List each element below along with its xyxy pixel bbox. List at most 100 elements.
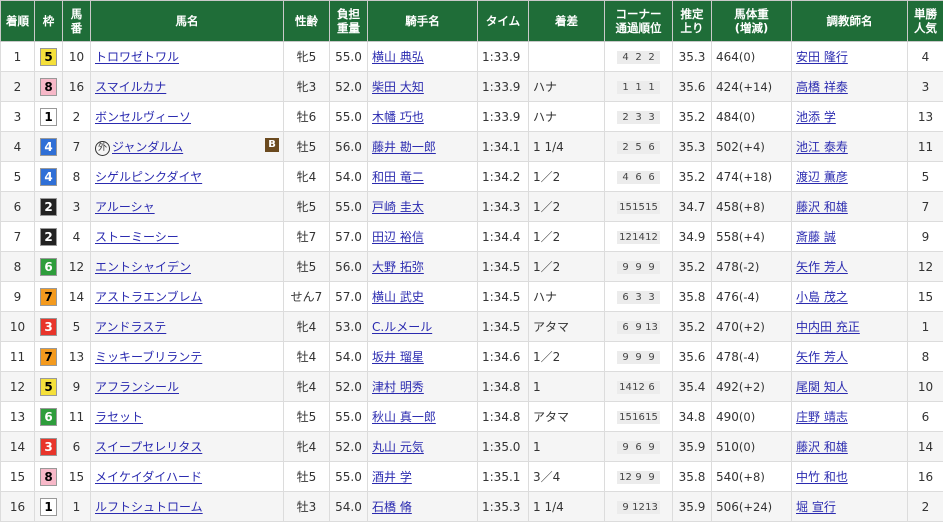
trainer-link[interactable]: 中内田 充正 — [796, 320, 860, 334]
time-value: 1:33.9 — [482, 79, 521, 94]
jockey-link[interactable]: 坂井 瑠星 — [372, 350, 424, 364]
horse-name-link[interactable]: ミッキーブリランテ — [95, 350, 202, 364]
last3f-cell: 35.3 — [672, 41, 712, 72]
horse-cell: アストラエンブレム — [90, 281, 284, 312]
popularity-value: 11 — [917, 139, 934, 154]
umaban-cell: 1 — [62, 491, 91, 522]
rank-cell: 9 — [0, 281, 35, 312]
trainer-link[interactable]: 池江 泰寿 — [796, 140, 848, 154]
table-row: 16 1 1 ルフトシュトローム 牡3 54.0 石橋 脩 1:35.3 1 1… — [0, 491, 943, 522]
horse-name-link[interactable]: ボンセルヴィーソ — [95, 110, 191, 124]
horse-name-link[interactable]: スイープセレリタス — [95, 440, 202, 454]
header-umaban: 馬番 — [62, 0, 91, 42]
horse-name-link[interactable]: アストラエンブレム — [95, 290, 202, 304]
table-body: 1 5 10 トロワゼトワル 牝5 55.0 横山 典弘 1:33.9 422 … — [0, 41, 943, 522]
trainer-link[interactable]: 中竹 和也 — [796, 470, 848, 484]
popularity-value: 14 — [917, 439, 934, 454]
waku-badge: 8 — [40, 467, 57, 486]
rank-value: 13 — [9, 409, 26, 424]
header-horse-name: 馬名 — [90, 0, 284, 42]
jockey-link[interactable]: C.ルメール — [372, 320, 432, 334]
corner-cell: 9 1213 — [604, 491, 673, 522]
waku-cell: 6 — [34, 251, 63, 282]
sex-age-value: 牡5 — [296, 470, 317, 484]
margin-cell: アタマ — [528, 311, 605, 342]
corner-3: 9 — [648, 352, 655, 363]
horse-name-link[interactable]: ラセット — [95, 410, 143, 424]
corner-2: 3 — [635, 292, 642, 303]
corner-positions: 633 — [617, 291, 660, 304]
trainer-link[interactable]: 堀 宣行 — [796, 500, 836, 514]
trainer-link[interactable]: 矢作 芳人 — [796, 260, 848, 274]
horse-name-link[interactable]: シゲルピンクダイヤ — [95, 170, 202, 184]
corner-3: 12 — [645, 232, 658, 243]
jockey-link[interactable]: 藤井 勘一郎 — [372, 140, 436, 154]
horse-name-link[interactable]: ストーミーシー — [95, 230, 179, 244]
jockey-link[interactable]: 和田 竜二 — [372, 170, 424, 184]
body-weight-cell: 484(0) — [711, 101, 792, 132]
trainer-link[interactable]: 渡辺 薫彦 — [796, 170, 848, 184]
trainer-link[interactable]: 池添 学 — [796, 110, 836, 124]
jockey-link[interactable]: 秋山 真一郎 — [372, 410, 436, 424]
trainer-link[interactable]: 高橋 祥泰 — [796, 80, 848, 94]
weight-value: 52.0 — [335, 379, 362, 394]
waku-badge: 3 — [40, 437, 57, 456]
jockey-link[interactable]: 石橋 脩 — [372, 500, 412, 514]
horse-name-link[interactable]: ルフトシュトローム — [95, 500, 203, 514]
trainer-link[interactable]: 小島 茂之 — [796, 290, 848, 304]
time-value: 1:34.4 — [482, 229, 521, 244]
waku-badge: 7 — [40, 347, 57, 366]
corner-cell: 12 9 9 — [604, 461, 673, 492]
sex-age-value: 牝4 — [296, 320, 317, 334]
corner-2: 3 — [635, 112, 642, 123]
time-cell: 1:33.9 — [477, 41, 529, 72]
rank-cell: 1 — [0, 41, 35, 72]
corner-positions: 111 — [617, 81, 660, 94]
horse-cell: ストーミーシー — [90, 221, 284, 252]
table-header-row: 着順 枠 馬番 馬名 性齢 負担 重量 騎手名 タイム 着差 コーナー 通過順位 推… — [0, 0, 943, 42]
popularity-value: 3 — [921, 79, 930, 94]
margin-value: 1／2 — [533, 170, 561, 184]
jockey-link[interactable]: 田辺 裕信 — [372, 230, 424, 244]
jockey-link[interactable]: 酒井 学 — [372, 470, 412, 484]
horse-cell: アンドラステ — [90, 311, 284, 342]
waku-cell: 8 — [34, 71, 63, 102]
jockey-link[interactable]: 横山 典弘 — [372, 50, 424, 64]
horse-name-link[interactable]: アンドラステ — [95, 320, 166, 334]
horse-name-link[interactable]: トロワゼトワル — [95, 50, 179, 64]
jockey-link[interactable]: 戸崎 圭太 — [372, 200, 424, 214]
trainer-cell: 藤沢 和雄 — [791, 191, 908, 222]
horse-name-link[interactable]: メイケイダイハード — [95, 470, 202, 484]
corner-positions: 422 — [617, 51, 660, 64]
corner-cell: 969 — [604, 431, 673, 462]
umaban-value: 13 — [68, 349, 85, 364]
jockey-link[interactable]: 横山 武史 — [372, 290, 424, 304]
sex-age-cell: 牡7 — [283, 221, 330, 252]
trainer-link[interactable]: 斎藤 誠 — [796, 230, 836, 244]
table-row: 8 6 12 エントシャイデン 牡5 56.0 大野 拓弥 1:34.5 1／2… — [0, 251, 943, 282]
horse-name-link[interactable]: アフランシール — [95, 380, 179, 394]
body-weight-change: (0) — [738, 439, 756, 454]
trainer-link[interactable]: 安田 隆行 — [796, 50, 848, 64]
header-rank: 着順 — [0, 0, 35, 42]
time-value: 1:34.2 — [482, 169, 521, 184]
weight-value: 55.0 — [335, 109, 362, 124]
umaban-value: 16 — [68, 79, 85, 94]
horse-name-link[interactable]: アルーシャ — [95, 200, 155, 214]
horse-name-link[interactable]: スマイルカナ — [95, 80, 166, 94]
rank-cell: 15 — [0, 461, 35, 492]
trainer-link[interactable]: 尾関 知人 — [796, 380, 848, 394]
jockey-link[interactable]: 大野 拓弥 — [372, 260, 424, 274]
jockey-link[interactable]: 津村 明秀 — [372, 380, 424, 394]
horse-name-link[interactable]: ジャンダルム — [112, 140, 183, 154]
trainer-link[interactable]: 庄野 靖志 — [796, 410, 848, 424]
trainer-link[interactable]: 藤沢 和雄 — [796, 200, 848, 214]
trainer-link[interactable]: 矢作 芳人 — [796, 350, 848, 364]
jockey-link[interactable]: 木幡 巧也 — [372, 110, 424, 124]
table-row: 15 8 15 メイケイダイハード 牡5 55.0 酒井 学 1:35.1 3／… — [0, 461, 943, 492]
horse-name-link[interactable]: エントシャイデン — [95, 260, 191, 274]
trainer-link[interactable]: 藤沢 和雄 — [796, 440, 848, 454]
jockey-link[interactable]: 丸山 元気 — [372, 440, 424, 454]
body-weight-value: 540 — [716, 469, 739, 484]
jockey-link[interactable]: 柴田 大知 — [372, 80, 424, 94]
